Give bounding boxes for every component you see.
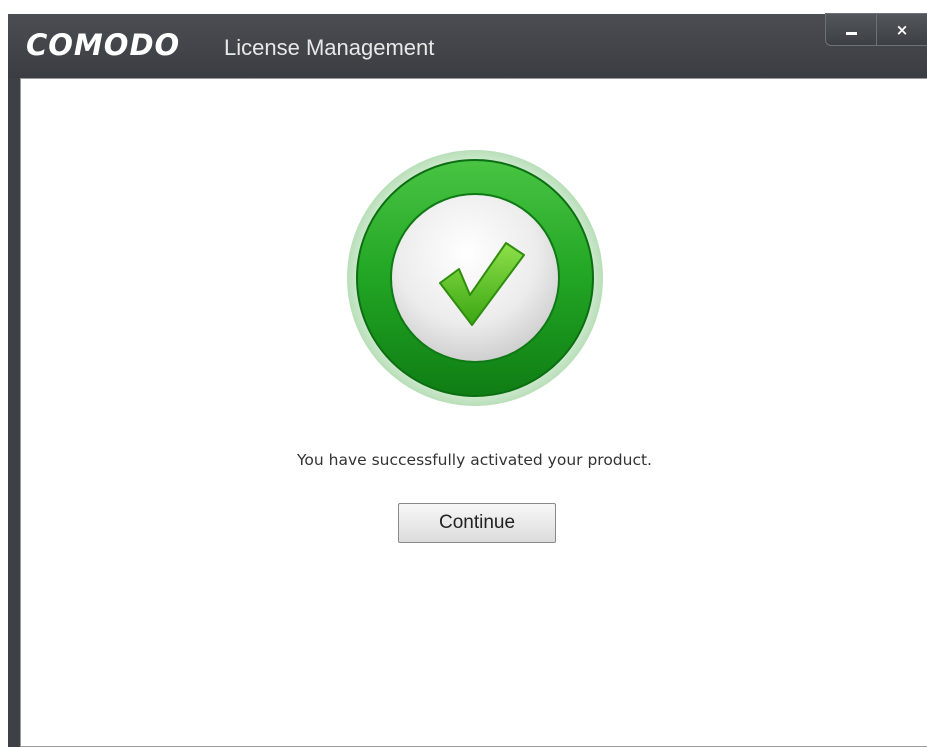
window-title: License Management — [224, 35, 435, 60]
minimize-button[interactable] — [826, 14, 876, 45]
continue-button[interactable]: Continue — [398, 503, 556, 543]
close-button[interactable]: × — [876, 14, 927, 45]
title-bar[interactable]: COMODO License Management × — [8, 13, 927, 78]
content-panel: You have successfully activated your pro… — [20, 78, 927, 747]
comodo-logo: COMODO — [26, 28, 181, 62]
license-window: COMODO License Management × You have suc… — [8, 13, 927, 747]
checkmark-success-icon — [343, 150, 607, 415]
minimize-icon — [845, 32, 857, 35]
success-message: You have successfully activated your pro… — [296, 451, 652, 469]
close-icon: × — [895, 20, 909, 39]
window-controls: × — [825, 13, 927, 46]
